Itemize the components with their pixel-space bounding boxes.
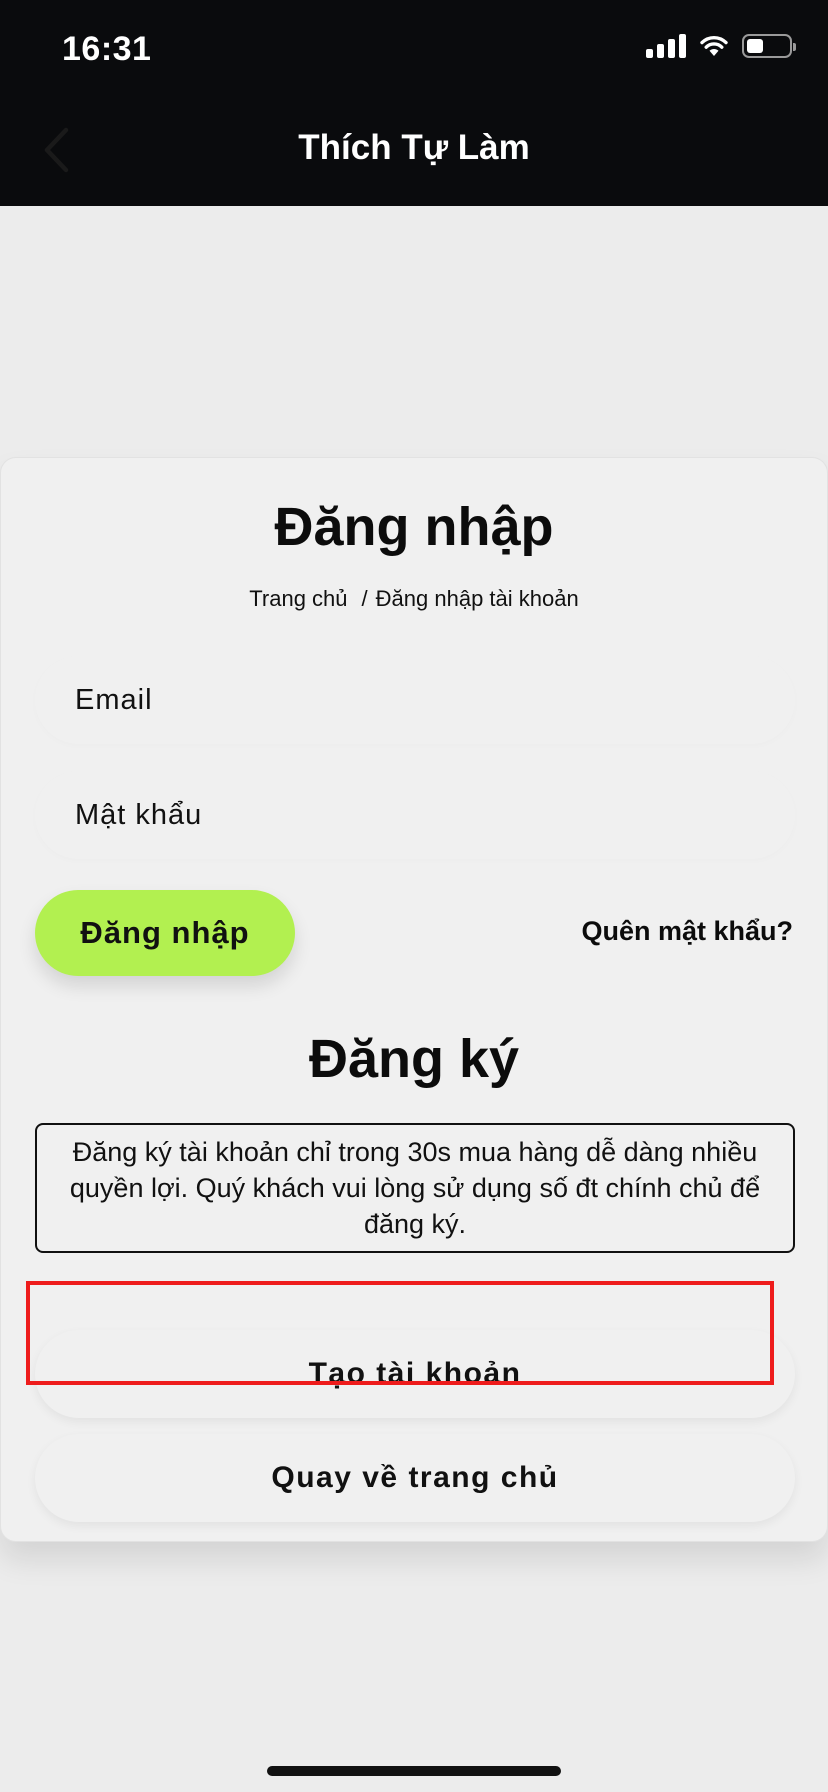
password-input[interactable]: [35, 771, 795, 859]
cellular-signal-icon: [646, 34, 686, 58]
auth-card: Đăng nhập Trang chủ / Đăng nhập tài khoản …: [0, 457, 828, 1542]
breadcrumb-home-link[interactable]: Trang chủ: [249, 586, 347, 611]
login-title: Đăng nhập: [274, 497, 554, 557]
forgot-password-link[interactable]: Quên mật khẩu?: [581, 916, 793, 947]
battery-icon: [742, 34, 796, 58]
login-screen: 16:31 Thích Tự Làm Đăng nhập Trang chủ / Đ…: [0, 0, 828, 1792]
breadcrumb-current: Đăng nhập tài khoản: [375, 586, 579, 611]
top-bar: 16:31 Thích Tự Làm: [0, 0, 828, 206]
home-indicator: [267, 1766, 561, 1776]
back-to-home-button[interactable]: Quay về trang chủ: [35, 1434, 795, 1522]
header-title: Thích Tự Làm: [298, 128, 530, 167]
login-button[interactable]: Đăng nhập: [35, 890, 295, 976]
create-account-button[interactable]: Tạo tài khoản: [35, 1330, 795, 1418]
breadcrumb-separator: /: [361, 586, 368, 611]
breadcrumb: Trang chủ / Đăng nhập tài khoản: [1, 586, 827, 612]
register-info-text: Đăng ký tài khoản chỉ trong 30s mua hàng…: [69, 1137, 761, 1239]
register-info-box: Đăng ký tài khoản chỉ trong 30s mua hàng…: [35, 1123, 795, 1253]
register-title: Đăng ký: [308, 1029, 520, 1089]
wifi-icon: [700, 35, 728, 56]
email-input[interactable]: [35, 656, 795, 744]
status-time: 16:31: [62, 30, 152, 68]
status-icons: [646, 34, 796, 58]
